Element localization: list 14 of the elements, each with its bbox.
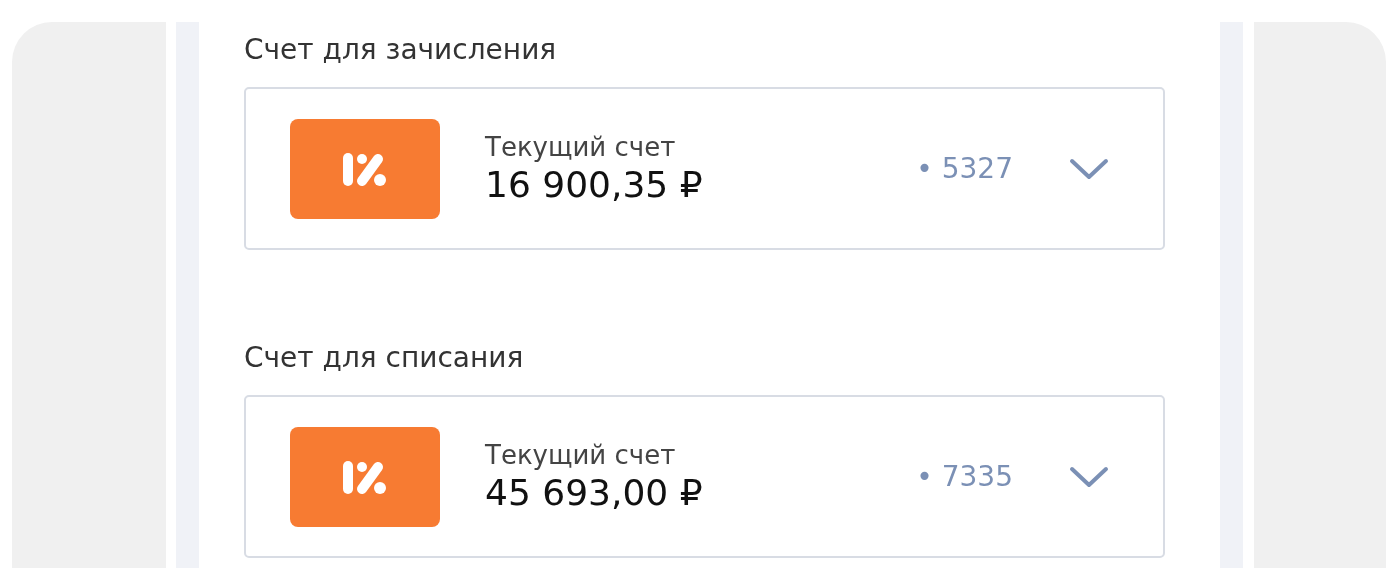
account-name: Текущий счет bbox=[485, 130, 677, 163]
chevron-down-icon bbox=[1069, 465, 1109, 488]
account-select[interactable]: Текущий счет 45 693,00 ₽ • 7335 bbox=[244, 395, 1165, 558]
percent-logo-icon bbox=[290, 118, 440, 219]
account-balance: 45 693,00 ₽ bbox=[485, 470, 704, 515]
account-number: • 7335 bbox=[916, 460, 1013, 493]
account-number: • 5327 bbox=[916, 152, 1013, 185]
account-name: Текущий счет bbox=[485, 438, 677, 471]
account-balance: 16 900,35 ₽ bbox=[485, 162, 704, 207]
field-label: Счет для зачисления bbox=[244, 32, 558, 68]
chevron-down-icon bbox=[1069, 157, 1109, 180]
percent-logo-icon bbox=[290, 426, 440, 527]
account-select[interactable]: Текущий счет 16 900,35 ₽ • 5327 bbox=[244, 87, 1165, 250]
field-label: Счет для списания bbox=[244, 340, 525, 376]
